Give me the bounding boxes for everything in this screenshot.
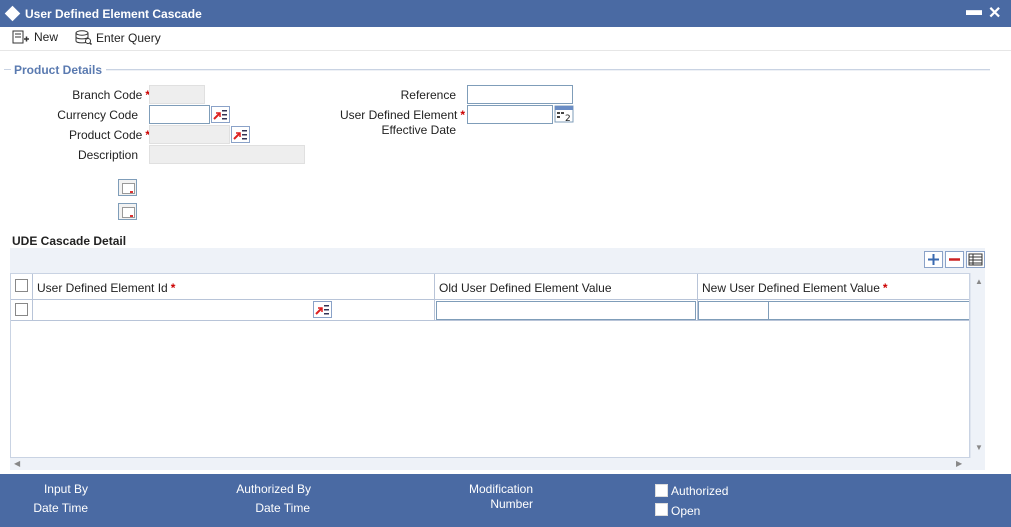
reference-label: Reference	[400, 88, 456, 102]
table-header: User Defined Element Id * Old User Define…	[11, 274, 969, 300]
cascade-detail-title: UDE Cascade Detail	[12, 234, 127, 248]
add-row-button[interactable]	[924, 251, 943, 268]
list-of-values-icon	[213, 110, 227, 120]
currency-code-lov-button[interactable]	[211, 106, 230, 123]
required-marker: *	[460, 108, 465, 122]
authorized-by-label: Authorized By	[236, 482, 311, 496]
app-diamond-icon	[4, 5, 21, 22]
branch-code-label: Branch Code	[72, 88, 143, 102]
column-header-label: Old User Defined Element Value	[439, 281, 612, 295]
toolbar: New Enter Query	[0, 27, 1011, 51]
scroll-down-icon[interactable]: ▼	[975, 443, 983, 452]
list-of-values-icon	[233, 130, 247, 140]
enter-query-icon	[75, 30, 92, 45]
vertical-scrollbar[interactable]: ▲ ▼	[970, 273, 985, 458]
new-value-cell	[698, 300, 969, 321]
currency-code-field[interactable]	[149, 105, 210, 124]
subsystem-button-1[interactable]	[118, 179, 137, 196]
reference-field[interactable]	[467, 85, 573, 104]
date-time-label: Date Time	[255, 501, 310, 515]
product-code-label-wrap: Product Code *	[50, 128, 150, 142]
new-icon	[12, 30, 29, 44]
branch-code-label-wrap: Branch Code *	[60, 88, 150, 102]
old-value-input[interactable]	[436, 301, 696, 320]
svg-text:2: 2	[565, 114, 571, 123]
input-by-label: Input By	[43, 482, 88, 496]
ude-id-input[interactable]	[34, 301, 312, 320]
description-label: Description	[77, 148, 138, 162]
new-button[interactable]: New	[12, 30, 58, 44]
column-header-ude-id[interactable]: User Defined Element Id *	[33, 274, 435, 300]
ude-effective-date-field[interactable]	[467, 105, 553, 124]
enter-query-button[interactable]: Enter Query	[75, 30, 161, 45]
audit-footer: Input By Date Time Authorized By Date Ti…	[0, 474, 1011, 527]
description-field	[149, 145, 305, 164]
list-of-values-icon	[315, 305, 329, 315]
required-marker: *	[882, 281, 888, 295]
column-header-label: New User Defined Element Value	[702, 281, 880, 295]
delete-row-button[interactable]	[945, 251, 964, 268]
horizontal-scrollbar[interactable]: ◀ ▶	[10, 458, 970, 470]
column-header-new-value[interactable]: New User Defined Element Value *	[698, 274, 969, 300]
section-divider	[4, 69, 11, 70]
plus-icon	[928, 254, 939, 265]
list-view-icon	[968, 253, 983, 266]
branch-code-field	[149, 85, 205, 104]
section-divider	[106, 69, 990, 71]
table-row	[11, 300, 969, 321]
ude-effective-date-label-line2: Effective Date	[381, 123, 456, 137]
product-code-lov-button[interactable]	[231, 126, 250, 143]
old-value-cell	[435, 300, 698, 321]
product-code-field	[149, 125, 230, 144]
window-titlebar: User Defined Element Cascade ▬ ✕	[0, 0, 1011, 27]
new-value-input[interactable]	[698, 301, 769, 320]
authorized-checkbox[interactable]	[655, 484, 668, 497]
row-checkbox[interactable]	[15, 303, 28, 316]
minus-icon	[949, 258, 960, 261]
modification-number-label: Number	[490, 497, 533, 511]
open-checkbox[interactable]	[655, 503, 668, 516]
minimize-button[interactable]: ▬	[966, 2, 982, 20]
authorized-label: Authorized	[671, 484, 729, 498]
close-button[interactable]: ✕	[988, 3, 1001, 23]
product-details-title: Product Details	[14, 63, 103, 77]
column-header-label: User Defined Element Id	[37, 281, 168, 295]
currency-code-label: Currency Code	[57, 108, 138, 122]
new-label: New	[34, 30, 59, 44]
calendar-icon: 2	[554, 105, 574, 124]
new-value-input-extension[interactable]	[768, 301, 969, 320]
scroll-left-icon[interactable]: ◀	[14, 459, 20, 468]
scroll-right-icon[interactable]: ▶	[956, 459, 962, 468]
select-all-cell	[11, 274, 33, 300]
open-label: Open	[671, 504, 701, 518]
modification-label: Modification	[468, 482, 533, 496]
select-all-checkbox[interactable]	[15, 279, 28, 292]
window-title: User Defined Element Cascade	[25, 7, 202, 21]
date-time-label: Date Time	[33, 501, 88, 515]
ude-effective-date-label-line1: User Defined Element	[339, 108, 458, 122]
column-header-old-value[interactable]: Old User Defined Element Value	[435, 274, 698, 300]
ude-id-lov-button[interactable]	[313, 301, 332, 318]
cascade-table: User Defined Element Id * Old User Define…	[10, 273, 970, 458]
row-select-cell	[11, 300, 33, 321]
calendar-button[interactable]: 2	[554, 105, 574, 124]
ude-id-cell	[33, 300, 435, 321]
ude-effective-date-label-wrap: User Defined Element * Effective Date	[310, 108, 465, 138]
enter-query-label: Enter Query	[96, 30, 161, 45]
product-code-label: Product Code	[68, 128, 143, 142]
single-view-button[interactable]	[966, 251, 985, 268]
required-marker: *	[170, 281, 176, 295]
subsystem-button-2[interactable]	[118, 203, 137, 220]
scroll-up-icon[interactable]: ▲	[975, 277, 983, 286]
